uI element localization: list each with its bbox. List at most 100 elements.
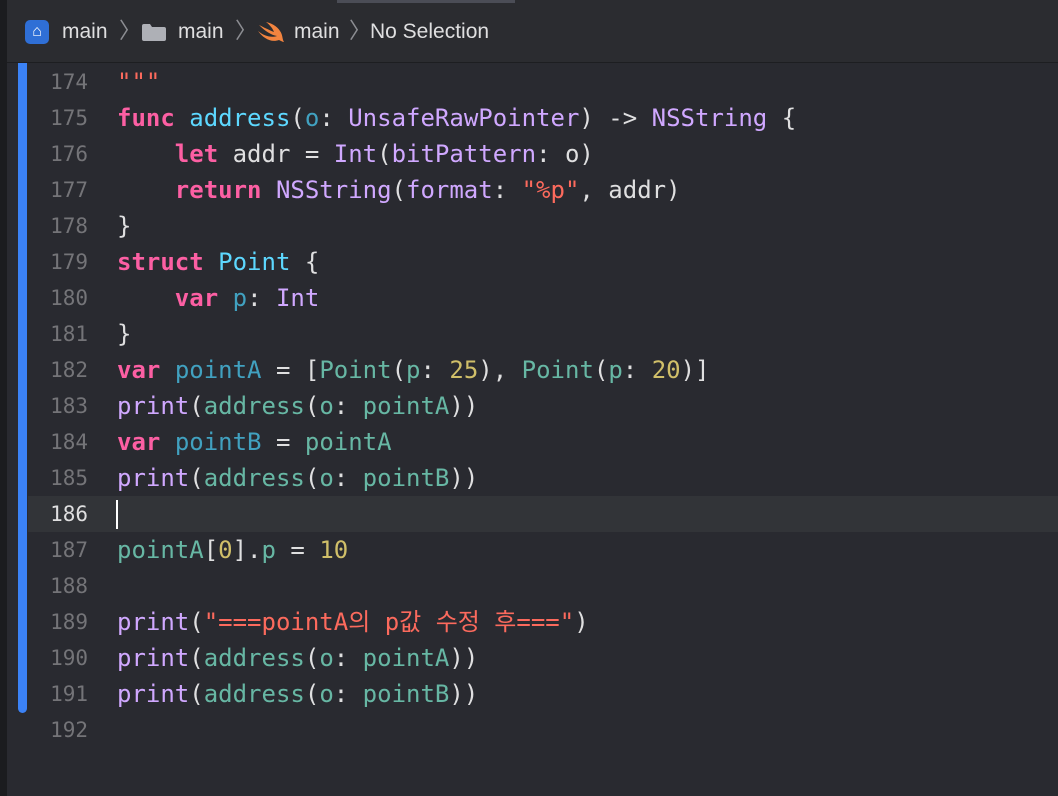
property-reference: p — [261, 536, 276, 564]
code-token: : — [333, 392, 363, 420]
code-line[interactable]: 192 — [28, 712, 1058, 748]
xcode-app-icon: ⌂ — [25, 20, 49, 44]
chevron-right-icon: 〉 — [235, 18, 258, 43]
variable-reference: pointA — [117, 536, 204, 564]
code-text: print(address(o: pointB)) — [117, 676, 478, 712]
string-literal: "===pointA의 p값 수정 후===" — [203, 608, 575, 636]
line-number: 192 — [50, 718, 88, 742]
argument-label: p — [406, 356, 421, 384]
code-editor[interactable]: 174 """ 175 func address(o: UnsafeRawPoi… — [28, 63, 1058, 796]
code-text: print("===pointA의 p값 수정 후===") — [117, 604, 589, 640]
code-token: )) — [449, 392, 479, 420]
argument-label: o — [319, 464, 334, 492]
variable-name: pointA — [174, 356, 262, 384]
code-line[interactable]: 183 print(address(o: pointA)) — [28, 388, 1058, 424]
code-line[interactable]: 181 } — [28, 316, 1058, 352]
code-line[interactable]: 191 print(address(o: pointB)) — [28, 676, 1058, 712]
function-call: address — [203, 392, 305, 420]
type-name: NSString — [275, 176, 392, 204]
code-text: return NSString(format: "%p", addr) — [117, 172, 681, 208]
breadcrumb-symbol[interactable]: No Selection — [370, 19, 489, 45]
code-token: ( — [304, 680, 320, 708]
code-line[interactable]: 188 — [28, 568, 1058, 604]
line-number: 186 — [50, 502, 88, 526]
line-number: 190 — [50, 646, 88, 670]
code-text: pointA[0].p = 10 — [117, 532, 348, 568]
code-token: = — [275, 536, 320, 564]
code-line[interactable]: 176 let addr = Int(bitPattern: o) — [28, 136, 1058, 172]
code-text: print(address(o: pointA)) — [117, 640, 478, 676]
line-number: 177 — [50, 178, 88, 202]
current-line-highlight[interactable]: 186 — [28, 496, 1058, 532]
code-text: var p: Int — [117, 280, 320, 316]
code-token: addr = — [218, 140, 334, 168]
code-line[interactable]: 190 print(address(o: pointA)) — [28, 640, 1058, 676]
argument-label: o — [319, 644, 334, 672]
function-call: print — [117, 680, 190, 708]
function-call: address — [203, 680, 305, 708]
source-control-change-bar[interactable] — [18, 63, 27, 713]
argument-label: format — [406, 176, 493, 204]
code-text: var pointB = pointA — [117, 424, 392, 460]
code-token: : — [333, 680, 363, 708]
code-line[interactable]: 182 var pointA = [Point(p: 25), Point(p:… — [28, 352, 1058, 388]
text-cursor — [116, 500, 118, 529]
jump-bar: ⌂ main 〉 main 〉 main 〉 No Selection — [7, 0, 1058, 63]
code-token: ( — [304, 392, 320, 420]
number-literal: 10 — [319, 536, 349, 564]
code-token: = — [261, 428, 305, 456]
breadcrumb-project[interactable]: main — [62, 19, 108, 45]
keyword: return — [174, 176, 262, 204]
line-number: 178 — [50, 214, 88, 238]
line-number: 176 — [50, 142, 88, 166]
line-number: 175 — [50, 106, 88, 130]
code-token: ( — [189, 608, 204, 636]
code-token: { — [767, 104, 797, 132]
code-token: ( — [391, 176, 406, 204]
code-line[interactable]: 177 return NSString(format: "%p", addr) — [28, 172, 1058, 208]
swift-icon — [258, 22, 284, 42]
argument-label: o — [319, 680, 334, 708]
variable-reference: pointA — [304, 428, 392, 456]
code-token: [ — [203, 536, 219, 564]
type-name: Int — [333, 140, 378, 168]
code-token: ( — [377, 140, 392, 168]
code-token: : o) — [536, 140, 594, 168]
code-token: ( — [189, 644, 204, 672]
code-line[interactable]: 185 print(address(o: pointB)) — [28, 460, 1058, 496]
line-number: 185 — [50, 466, 88, 490]
breadcrumb-folder[interactable]: main — [178, 19, 224, 45]
code-token: } — [117, 212, 132, 240]
code-token: } — [117, 320, 132, 348]
code-token: : — [247, 284, 276, 312]
code-line[interactable]: 184 var pointB = pointA — [28, 424, 1058, 460]
code-token: ( — [189, 392, 204, 420]
code-text: } — [117, 208, 131, 244]
code-line[interactable]: 174 """ — [28, 64, 1058, 100]
argument-label: o — [319, 392, 334, 420]
code-line[interactable]: 187 pointA[0].p = 10 — [28, 532, 1058, 568]
line-number: 183 — [50, 394, 88, 418]
code-token: , addr) — [579, 176, 681, 204]
code-line[interactable]: 180 var p: Int — [28, 280, 1058, 316]
code-line[interactable]: 189 print("===pointA의 p값 수정 후===") — [28, 604, 1058, 640]
keyword: struct — [117, 248, 204, 276]
line-number: 181 — [50, 322, 88, 346]
type-declaration: Point — [218, 248, 291, 276]
code-line[interactable]: 175 func address(o: UnsafeRawPointer) ->… — [28, 100, 1058, 136]
code-text: """ — [117, 64, 160, 100]
breadcrumb-file[interactable]: main — [294, 19, 340, 45]
line-number: 184 — [50, 430, 88, 454]
type-name: UnsafeRawPointer — [348, 104, 580, 132]
code-token: : — [333, 464, 363, 492]
chevron-right-icon: 〉 — [119, 18, 142, 43]
code-token: )) — [449, 644, 479, 672]
code-text: func address(o: UnsafeRawPointer) -> NSS… — [117, 100, 796, 136]
code-token: ( — [290, 104, 305, 132]
code-line[interactable]: 178 } — [28, 208, 1058, 244]
code-line[interactable]: 179 struct Point { — [28, 244, 1058, 280]
